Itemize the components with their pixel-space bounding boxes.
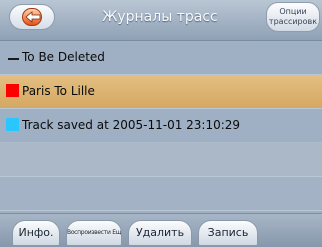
replay-button[interactable]: Воспроизвести Ещё — [66, 220, 122, 246]
page-title: Журналы трасс — [102, 9, 218, 25]
track-row-saved-track[interactable]: Track saved at 2005-11-01 23:10:29 — [0, 109, 322, 143]
header-bar: Журналы трасс Опции трассировк — [0, 0, 322, 41]
track-options-button[interactable]: Опции трассировк — [266, 2, 320, 32]
delete-button[interactable]: Удалить — [128, 220, 192, 246]
track-row-paris-to-lille[interactable]: Paris To Lille — [0, 75, 322, 109]
track-color-swatch — [6, 84, 19, 97]
info-button[interactable]: Инфо. — [12, 220, 60, 246]
track-logs-screen: Журналы трасс Опции трассировк To Be Del… — [0, 0, 322, 247]
track-name: Paris To Lille — [22, 84, 95, 98]
back-button[interactable] — [9, 4, 55, 30]
track-name: To Be Deleted — [22, 50, 105, 64]
empty-row — [0, 143, 322, 177]
track-color-swatch — [6, 118, 19, 131]
track-list: To Be Deleted Paris To Lille Track saved… — [0, 41, 322, 211]
footer-toolbar: Инфо. Воспроизвести Ещё Удалить Запись — [0, 213, 322, 247]
track-color-marker — [8, 58, 19, 60]
track-name: Track saved at 2005-11-01 23:10:29 — [22, 118, 241, 132]
back-arrow-icon — [25, 11, 41, 23]
track-row-to-be-deleted[interactable]: To Be Deleted — [0, 41, 322, 75]
record-button[interactable]: Запись — [198, 220, 258, 246]
empty-row — [0, 177, 322, 211]
